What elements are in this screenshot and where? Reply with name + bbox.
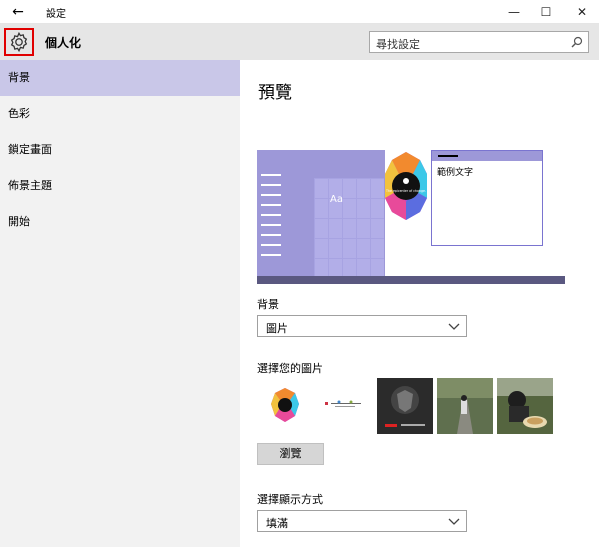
- app-title: 設定: [46, 9, 66, 20]
- picture-thumbnail-light[interactable]: [317, 378, 373, 434]
- browse-button[interactable]: 瀏覽: [257, 443, 324, 465]
- chevron-down-icon: [448, 518, 460, 525]
- preview-sample-text: 範例文字: [437, 168, 474, 178]
- preview-title: 預覽: [258, 83, 292, 103]
- fit-dropdown-value: 填滿: [266, 517, 288, 530]
- chevron-down-icon: [448, 323, 460, 330]
- picture-thumbnail-wwdc[interactable]: [257, 378, 313, 434]
- fit-dropdown[interactable]: 填滿: [257, 510, 467, 532]
- picture-thumbnail-msi[interactable]: [377, 378, 433, 434]
- preview-tile-label: Aa: [330, 194, 343, 205]
- sidebar: 背景 色彩 鎖定畫面 佈景主題 開始: [0, 60, 240, 547]
- maximize-button[interactable]: ☐: [530, 0, 562, 24]
- preview-wallpaper-logo: The epicenter of change.: [385, 152, 427, 220]
- picture-thumbnail-rail[interactable]: [437, 378, 493, 434]
- title-bar: ← 設定 — ☐ ✕: [0, 0, 599, 24]
- preview-window: 範例文字: [431, 150, 543, 246]
- search-placeholder: 尋找設定: [376, 38, 420, 51]
- preview-tile: Aa: [314, 178, 384, 278]
- preview-wallpaper-text: The epicenter of change.: [385, 189, 426, 193]
- background-dropdown[interactable]: 圖片: [257, 315, 467, 337]
- preview-pane: Aa The epicenter of change. 範例文字: [257, 150, 565, 284]
- sidebar-item-themes[interactable]: 佈景主題: [0, 168, 240, 204]
- preview-window-titlebar: [432, 151, 542, 161]
- picture-thumbnail-food[interactable]: [497, 378, 553, 434]
- minimize-button[interactable]: —: [498, 0, 530, 24]
- gear-icon: [10, 31, 28, 53]
- background-label: 背景: [257, 298, 279, 311]
- back-button[interactable]: ←: [6, 2, 30, 22]
- search-icon: [571, 36, 583, 48]
- sidebar-item-lock-screen[interactable]: 鎖定畫面: [0, 132, 240, 168]
- close-button[interactable]: ✕: [566, 0, 598, 24]
- background-dropdown-value: 圖片: [266, 322, 288, 335]
- page-title: 個人化: [45, 36, 82, 50]
- fit-label: 選擇顯示方式: [257, 493, 323, 506]
- sidebar-item-colors[interactable]: 色彩: [0, 96, 240, 132]
- search-input[interactable]: 尋找設定: [369, 31, 589, 53]
- preview-taskbar: [257, 276, 565, 284]
- header: 個人化 尋找設定: [0, 24, 599, 60]
- home-button[interactable]: [4, 28, 34, 56]
- choose-picture-label: 選擇您的圖片: [257, 362, 323, 375]
- sidebar-item-start[interactable]: 開始: [0, 204, 240, 240]
- sidebar-item-background[interactable]: 背景: [0, 60, 240, 96]
- main-content: 預覽 Aa The epicenter of change. 範例文字 背景 圖…: [240, 60, 599, 547]
